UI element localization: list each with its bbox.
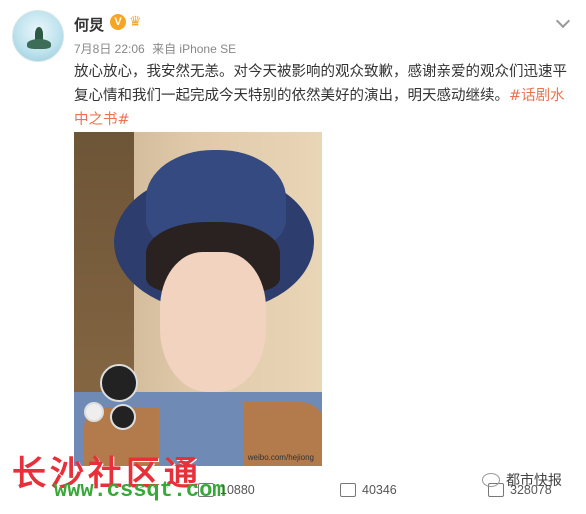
wechat-icon [482, 473, 500, 487]
crown-icon: ♛ [129, 14, 142, 30]
avatar[interactable] [12, 10, 64, 62]
author-name[interactable]: 何炅 [74, 14, 104, 35]
avatar-island-shape [27, 39, 51, 49]
post-text: 放心放心，我安然无恙。对今天被影响的观众致歉，感谢亲爱的观众们迅速平复心情和我们… [74, 64, 567, 104]
repost-count: 10880 [220, 483, 255, 497]
photo-face [160, 252, 266, 392]
post-timestamp: 7月8日 22:06 [74, 42, 145, 56]
repost-icon [198, 483, 214, 497]
wechat-source-tag: 都市快报 [482, 470, 562, 490]
comment-icon [340, 483, 356, 497]
repost-button[interactable]: 10880 [198, 483, 255, 497]
verified-icon: V [110, 14, 126, 30]
photo-watermark: weibo.com/hejiong [247, 453, 314, 462]
post-body: 放心放心，我安然无恙。对今天被影响的观众致歉，感谢亲爱的观众们迅速平复心情和我们… [74, 60, 574, 132]
comment-button[interactable]: 40346 [340, 483, 397, 497]
post-meta: 7月8日 22:06 来自 iPhone SE [74, 40, 236, 57]
post-photo[interactable]: weibo.com/hejiong [74, 132, 322, 466]
photo-pin-badge [84, 402, 104, 422]
post-source: 来自 iPhone SE [152, 42, 237, 56]
photo-pin-badge [100, 364, 138, 402]
photo-pin-badge [110, 404, 136, 430]
chevron-down-icon[interactable] [555, 13, 571, 29]
wechat-source-name: 都市快报 [506, 473, 562, 489]
comment-count: 40346 [362, 483, 397, 497]
